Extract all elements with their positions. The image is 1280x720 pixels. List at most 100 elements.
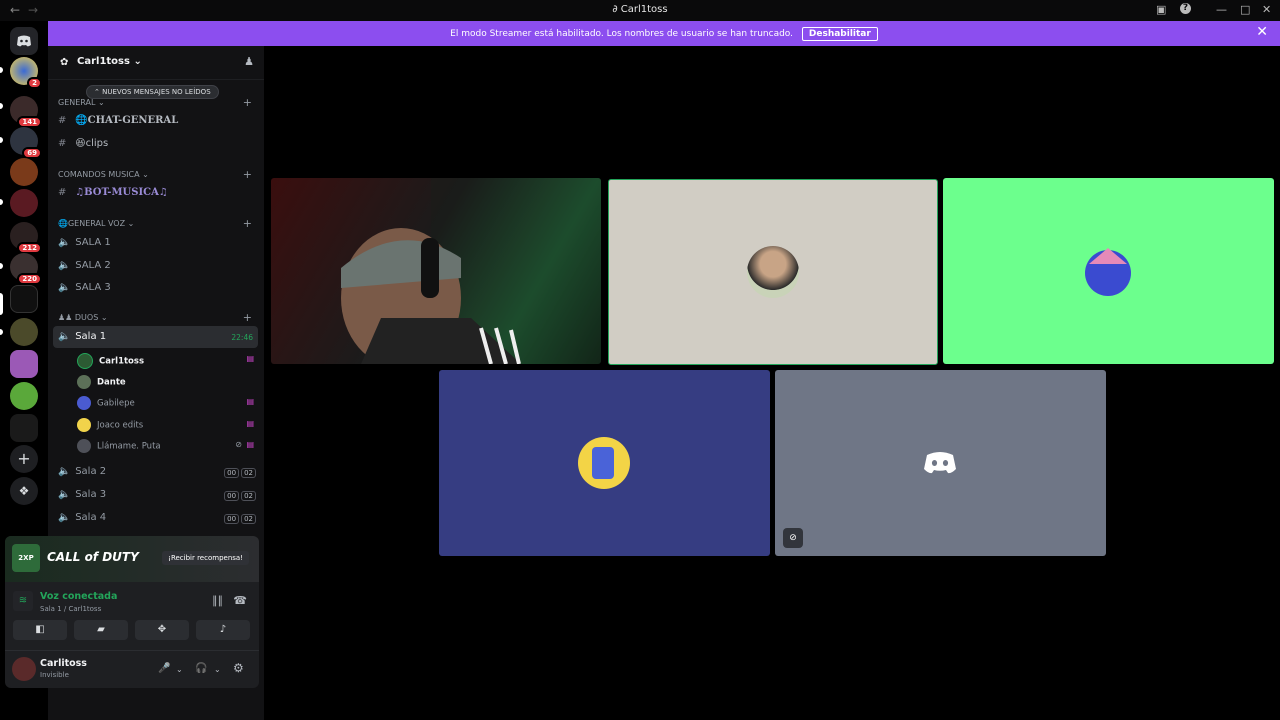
avatar[interactable] <box>12 657 36 681</box>
video-tile[interactable] <box>439 370 770 556</box>
server-header[interactable]: ✿ Carl1toss ⌄ ♟ <box>48 46 264 80</box>
music-note-icon: ♫ <box>158 187 168 198</box>
video-tile-camera[interactable] <box>271 178 601 364</box>
noise-suppression-icon[interactable]: ∥∥ <box>212 594 223 607</box>
screen-share-button[interactable]: ▰ <box>74 620 128 640</box>
people-icon: ♟♟ <box>58 313 73 322</box>
voice-channel-duo-sala2[interactable]: 🔈 Sala 2 <box>58 466 106 477</box>
server-icon[interactable] <box>10 189 38 217</box>
unread-messages-pill[interactable]: ⌃ NUEVOS MENSAJES NO LEÍDOS <box>86 85 219 99</box>
server-icon[interactable] <box>10 350 38 378</box>
streamer-mode-banner: El modo Streamer está habilitado. Los no… <box>48 21 1280 46</box>
close-banner-icon[interactable]: ✕ <box>1256 24 1268 40</box>
voice-location[interactable]: Sala 1 / Carl1toss <box>40 605 101 613</box>
laugh-emoji-icon: 😆 <box>75 138 86 149</box>
video-tile[interactable] <box>943 178 1274 364</box>
discord-logo-icon <box>17 35 31 47</box>
voice-channel-sala1[interactable]: 🔈 SALA 1 <box>58 237 111 248</box>
voice-user[interactable]: Carl1toss <box>77 353 144 369</box>
voice-channel-duo-sala4[interactable]: 🔈 Sala 4 <box>58 512 106 523</box>
chevron-down-icon[interactable]: ⌄ <box>176 665 183 674</box>
server-icon[interactable]: 2 <box>10 57 42 89</box>
video-tile-no-camera[interactable]: ⊘ <box>775 370 1106 556</box>
text-channel-icon: # <box>58 138 67 149</box>
speaker-icon: 🔈 <box>58 237 71 248</box>
voice-channel-sala2[interactable]: 🔈 SALA 2 <box>58 260 111 271</box>
server-badge-icon: ✿ <box>60 57 69 68</box>
user-panel: 2XP CALL of DUTY ¡Recibir recompensa! ≋ … <box>5 536 259 688</box>
channel-clips[interactable]: # 😆clips <box>58 138 108 149</box>
add-channel-icon[interactable]: + <box>243 311 252 324</box>
home-button[interactable] <box>10 27 38 55</box>
help-icon[interactable]: ? <box>1180 3 1191 14</box>
camera-off-icon: ◧ <box>35 624 45 635</box>
headphones-icon[interactable]: 🎧 <box>195 663 207 674</box>
soundboard-button[interactable]: ♪ <box>196 620 250 640</box>
disconnect-icon[interactable]: ☎ <box>233 594 247 607</box>
speaker-icon: 🔈 <box>58 282 71 293</box>
minimize-icon[interactable]: — <box>1216 3 1227 16</box>
category-general[interactable]: GENERAL ⌄ <box>58 98 105 107</box>
voice-channel-sala3[interactable]: 🔈 SALA 3 <box>58 282 111 293</box>
category-duos[interactable]: ♟♟ DUOS ⌄ <box>58 313 108 322</box>
category-voz[interactable]: 🌐GENERAL VOZ ⌄ <box>58 219 134 228</box>
voice-user[interactable]: Gabilepe <box>77 396 135 410</box>
server-icon[interactable]: 69 <box>10 127 42 159</box>
globe-icon: 🌐 <box>75 115 88 126</box>
channel-bot-musica[interactable]: # ♫BOT-MUSICA♫ <box>58 187 168 198</box>
maximize-icon[interactable]: □ <box>1240 3 1250 16</box>
server-icon-active[interactable] <box>10 285 38 313</box>
invite-people-icon[interactable]: ♟ <box>244 55 254 68</box>
voice-channel-duo-sala3[interactable]: 🔈 Sala 3 <box>58 489 106 500</box>
camera-off-button[interactable]: ◧ <box>13 620 67 640</box>
voice-status[interactable]: Voz conectada <box>40 591 117 602</box>
add-server-icon[interactable]: + <box>10 445 38 473</box>
game-logo: CALL of DUTY <box>47 550 139 564</box>
claim-reward-button[interactable]: ¡Recibir recompensa! <box>162 551 249 565</box>
voice-user[interactable]: Joaco edits <box>77 418 143 432</box>
user-count: 00 02 <box>222 514 256 524</box>
globe-icon: 🌐 <box>58 219 68 228</box>
server-icon[interactable]: 141 <box>10 96 42 128</box>
microphone-icon[interactable]: 🎤 <box>158 663 170 674</box>
streaming-icon: ▤ <box>246 354 254 363</box>
discover-icon[interactable]: ❖ <box>10 477 38 505</box>
server-logo-icon: ∂ <box>612 4 618 15</box>
promo-banner: 2XP CALL of DUTY ¡Recibir recompensa! <box>5 536 259 582</box>
voice-channel-duo-sala1[interactable]: 🔈 Sala 1 <box>58 331 106 342</box>
voice-user[interactable]: Dante <box>77 375 126 389</box>
username[interactable]: Carlitoss <box>40 658 87 669</box>
avatar <box>77 375 91 389</box>
category-comandos[interactable]: COMANDOS MUSICA ⌄ <box>58 170 149 179</box>
text-channel-icon: # <box>58 187 67 198</box>
add-channel-icon[interactable]: + <box>243 96 252 109</box>
soundboard-icon: ♪ <box>219 624 227 635</box>
disable-streamer-button[interactable]: Deshabilitar <box>801 27 878 41</box>
speaker-icon: 🔈 <box>58 489 71 500</box>
activities-icon: ✥ <box>157 624 167 635</box>
title-bar: ← → ∂ Carl1toss ▣ ? — □ ✕ <box>0 0 1280 21</box>
server-name[interactable]: Carl1toss ⌄ <box>77 56 142 67</box>
add-channel-icon[interactable]: + <box>243 217 252 230</box>
account-bar: Carlitoss Invisible 🎤 ⌄ 🎧 ⌄ ⚙ <box>5 650 259 689</box>
channel-chat-general[interactable]: # 🌐CHAT-GENERAL <box>58 115 178 126</box>
add-channel-icon[interactable]: + <box>243 168 252 181</box>
text-channel-icon: # <box>58 115 67 126</box>
server-icon[interactable]: 212 <box>10 222 42 254</box>
avatar <box>77 439 91 453</box>
close-window-icon[interactable]: ✕ <box>1262 3 1271 16</box>
server-icon[interactable] <box>10 382 38 410</box>
server-icon[interactable]: 220 <box>10 253 42 285</box>
inbox-icon[interactable]: ▣ <box>1156 3 1166 16</box>
speaker-icon: 🔈 <box>58 466 71 477</box>
server-icon[interactable] <box>10 318 38 346</box>
streaming-icon: ▤ <box>246 440 254 449</box>
server-icon[interactable] <box>10 414 38 442</box>
activities-button[interactable]: ✥ <box>135 620 189 640</box>
user-status: Invisible <box>40 671 69 679</box>
server-icon[interactable] <box>10 158 38 186</box>
voice-user[interactable]: Llámame. Puta <box>77 439 161 453</box>
settings-gear-icon[interactable]: ⚙ <box>233 661 244 675</box>
chevron-down-icon[interactable]: ⌄ <box>214 665 221 674</box>
video-tile-speaking[interactable] <box>608 179 938 365</box>
